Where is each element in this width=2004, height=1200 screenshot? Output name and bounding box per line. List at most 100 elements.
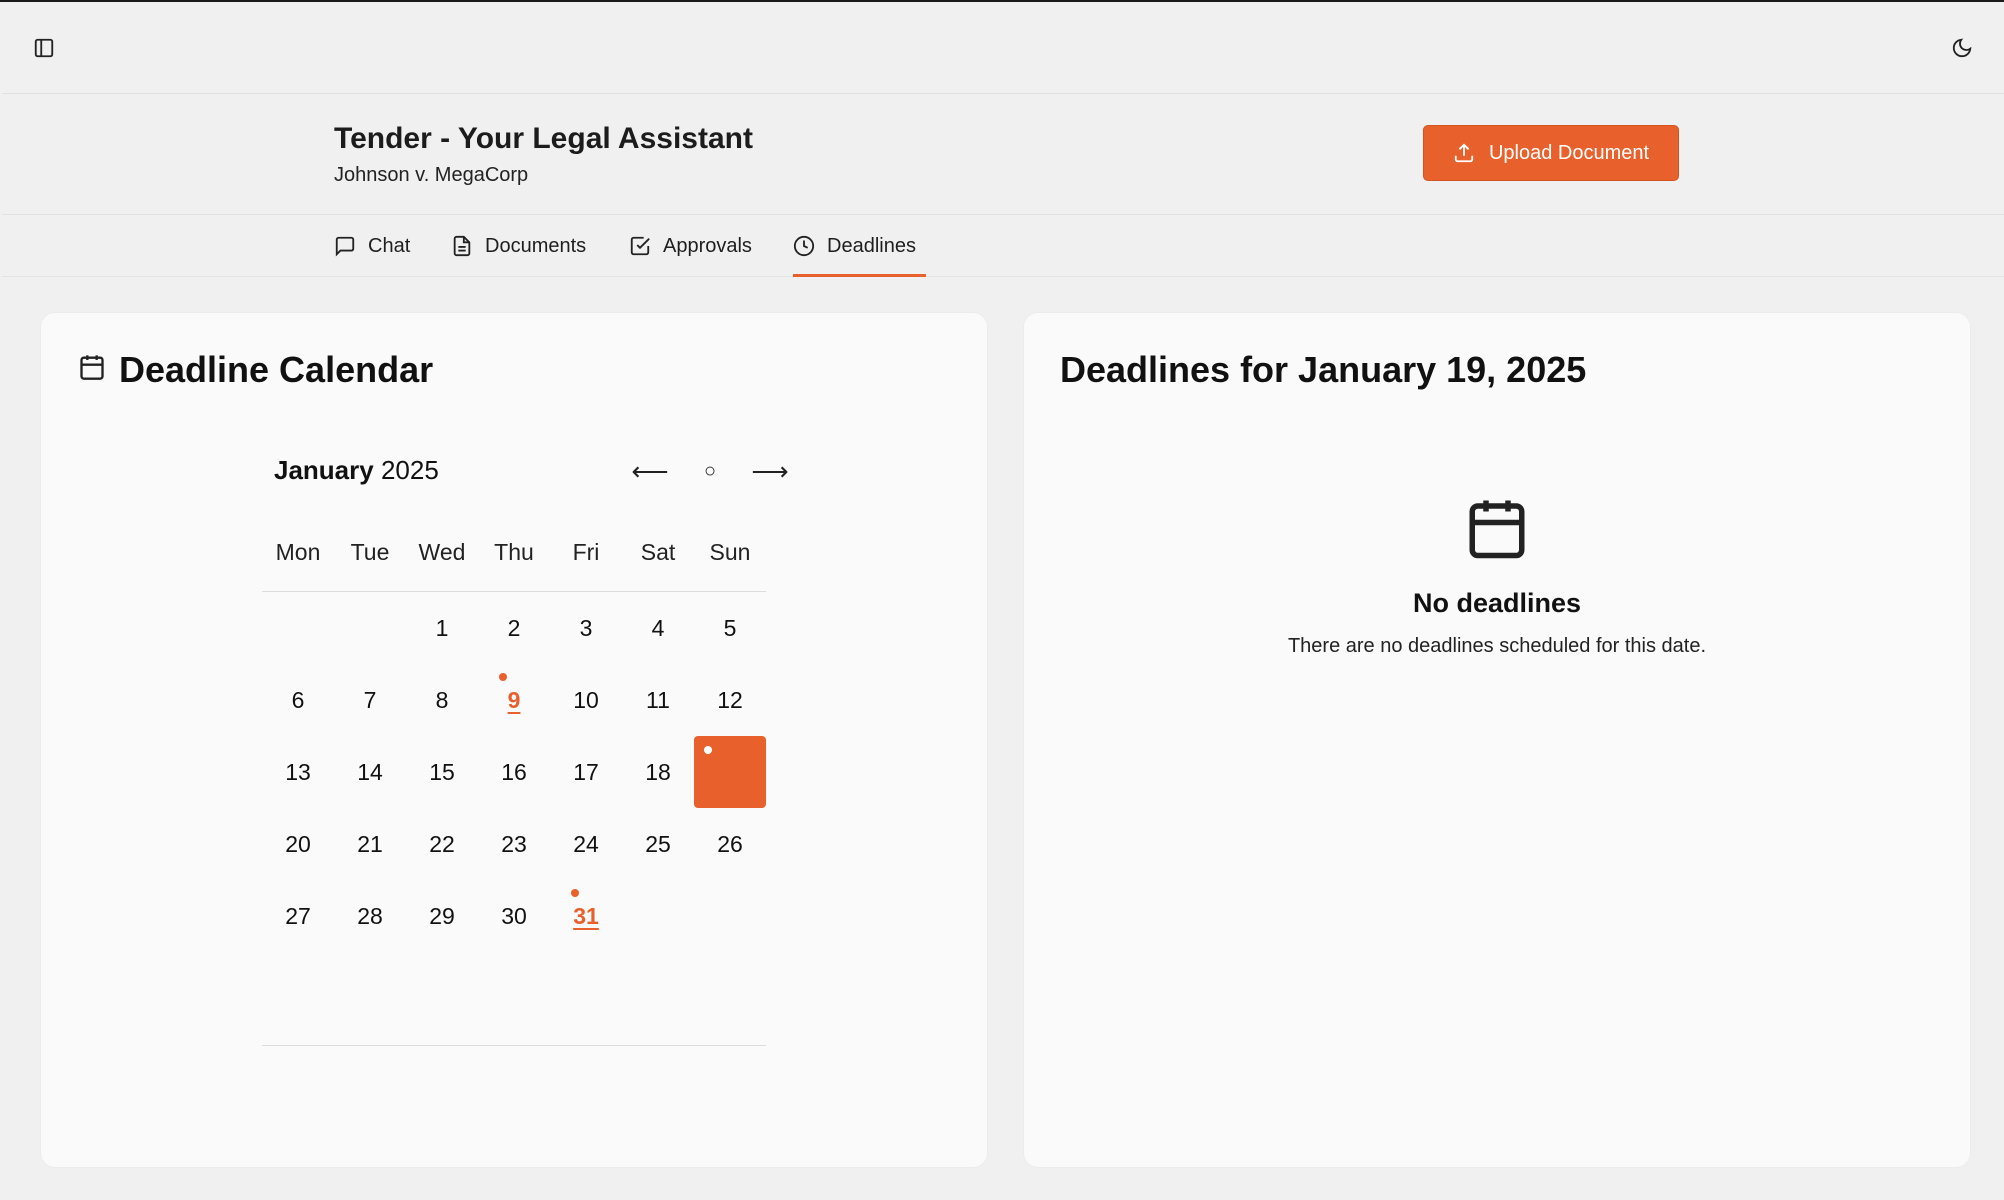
weekday-fri: Fri — [572, 539, 600, 565]
day-number: 13 — [285, 758, 311, 785]
calendar-divider-bottom — [262, 1045, 766, 1046]
calendar-day[interactable]: 9 — [478, 664, 550, 736]
day-number: 6 — [291, 686, 305, 713]
day-number: 15 — [429, 758, 455, 785]
calendar-day[interactable]: 5 — [694, 592, 766, 664]
next-month-button[interactable]: ⟶ — [748, 451, 792, 491]
upload-label: Upload Document — [1488, 141, 1650, 164]
tab-label: Documents — [485, 234, 587, 257]
calendar-day[interactable]: 6 — [262, 664, 334, 736]
weekday-wed: Wed — [418, 539, 466, 565]
top-bar — [2, 2, 2004, 94]
tab-approvals[interactable]: Approvals — [629, 215, 761, 277]
tab-chat[interactable]: Chat — [334, 215, 416, 277]
day-number: 29 — [429, 902, 455, 929]
month-name: January — [274, 455, 374, 485]
empty-state — [1024, 493, 1970, 568]
today-button[interactable]: ○ — [688, 451, 732, 491]
calendar-day[interactable]: 18 — [622, 736, 694, 808]
day-number: 14 — [357, 758, 383, 785]
day-number: 20 — [285, 830, 311, 857]
chat-icon — [335, 236, 355, 257]
tab-deadlines[interactable]: Deadlines — [793, 215, 926, 277]
moon-icon[interactable] — [1942, 28, 1982, 68]
upload-document-button[interactable]: Upload Document — [1423, 125, 1679, 181]
calendar-day[interactable]: 24 — [550, 808, 622, 880]
weekday-tue: Tue — [350, 539, 390, 565]
day-number: 26 — [717, 830, 743, 857]
day-number: 27 — [285, 902, 311, 929]
day-number: 10 — [573, 686, 599, 713]
prev-month-button[interactable]: ⟵ — [628, 451, 672, 491]
day-number: 5 — [723, 614, 737, 641]
day-number: 9 — [507, 686, 521, 713]
deadline-dot — [571, 889, 579, 897]
day-number: 30 — [501, 902, 527, 929]
calendar-day[interactable]: 27 — [262, 880, 334, 952]
calendar-day[interactable]: 8 — [406, 664, 478, 736]
tab-label: Deadlines — [827, 234, 916, 257]
weekday-sun: Sun — [709, 539, 751, 565]
weekday-header: Mon Tue Wed Thu Fri Sat Sun — [262, 539, 766, 569]
day-number: 2 — [507, 614, 521, 641]
calendar-day[interactable]: 14 — [334, 736, 406, 808]
calendar-day[interactable]: 31 — [550, 880, 622, 952]
case-name: Johnson v. MegaCorp — [334, 164, 529, 186]
day-number: 11 — [646, 686, 670, 713]
calendar-day[interactable]: 15 — [406, 736, 478, 808]
calendar-day[interactable]: 3 — [550, 592, 622, 664]
upload-icon — [1454, 143, 1474, 163]
clock-icon — [793, 235, 815, 257]
calendar-month-label: January 2025 — [274, 455, 439, 486]
calendar-day[interactable]: 21 — [334, 808, 406, 880]
document-icon — [453, 235, 471, 257]
day-number: 4 — [651, 614, 665, 641]
page-header: Tender - Your Legal Assistant Johnson v.… — [2, 94, 2004, 215]
calendar-day[interactable]: 2 — [478, 592, 550, 664]
empty-description: There are no deadlines scheduled for thi… — [1287, 635, 1707, 657]
calendar-day[interactable]: 11 — [622, 664, 694, 736]
calendar-day[interactable]: 26 — [694, 808, 766, 880]
day-number: 12 — [717, 686, 743, 713]
calendar-title: Deadline Calendar — [119, 349, 434, 390]
calendar-day[interactable]: 19 — [694, 736, 766, 808]
weekday-sat: Sat — [640, 539, 676, 565]
calendar-day[interactable]: 17 — [550, 736, 622, 808]
year: 2025 — [380, 455, 439, 485]
calendar-day[interactable]: 12 — [694, 664, 766, 736]
calendar-day[interactable]: 22 — [406, 808, 478, 880]
sidebar-toggle-icon[interactable] — [24, 28, 64, 68]
day-number: 1 — [435, 614, 449, 641]
deadline-dot — [704, 746, 712, 754]
calendar-day[interactable]: 7 — [334, 664, 406, 736]
calendar-day[interactable]: 13 — [262, 736, 334, 808]
calendar-day[interactable]: 20 — [262, 808, 334, 880]
tab-bar: Chat Documents Approvals Deadlines — [2, 215, 2004, 277]
weekday-mon: Mon — [275, 539, 321, 565]
day-number: 21 — [357, 830, 383, 857]
day-number: 7 — [363, 686, 377, 713]
tab-label: Approvals — [663, 234, 752, 257]
calendar-day[interactable]: 16 — [478, 736, 550, 808]
day-number: 31 — [573, 902, 599, 929]
calendar-day[interactable]: 4 — [622, 592, 694, 664]
day-number: 22 — [429, 830, 455, 857]
day-number: 17 — [573, 758, 599, 785]
calendar-icon — [80, 355, 104, 380]
calendar-day[interactable]: 25 — [622, 808, 694, 880]
day-number: 23 — [501, 830, 527, 857]
day-number: 25 — [645, 830, 671, 857]
tab-documents[interactable]: Documents — [451, 215, 593, 277]
calendar-day[interactable]: 10 — [550, 664, 622, 736]
day-number: 8 — [435, 686, 449, 713]
calendar-day[interactable]: 1 — [406, 592, 478, 664]
calendar-day[interactable]: 28 — [334, 880, 406, 952]
detail-title: Deadlines for January 19, 2025 — [1060, 349, 1587, 390]
calendar-day[interactable]: 29 — [406, 880, 478, 952]
calendar-day[interactable]: 30 — [478, 880, 550, 952]
day-number: 3 — [579, 614, 593, 641]
weekday-thu: Thu — [494, 539, 534, 565]
deadline-detail-card: Deadlines for January 19, 2025 No deadli… — [1024, 313, 1970, 1167]
calendar-day[interactable]: 23 — [478, 808, 550, 880]
app-title: Tender - Your Legal Assistant — [334, 122, 753, 155]
